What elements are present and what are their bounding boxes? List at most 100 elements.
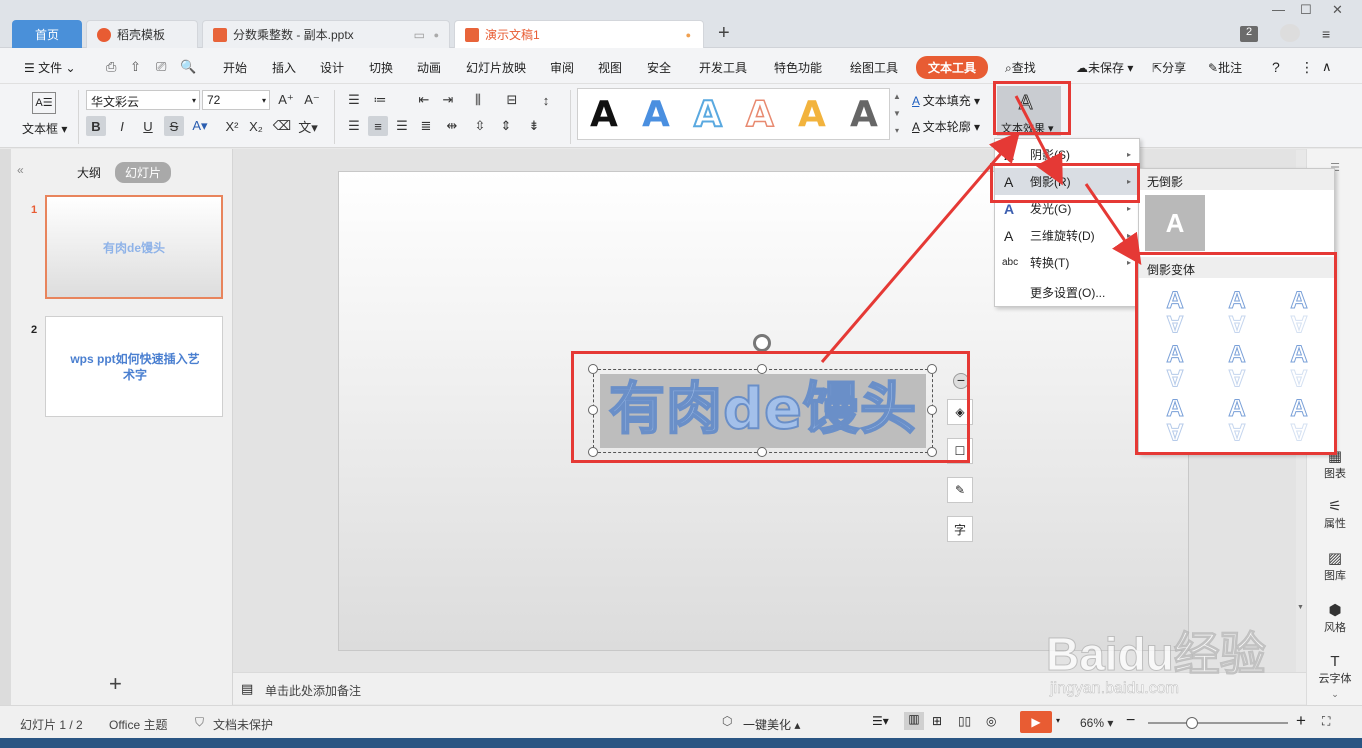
menu-drawing-tools[interactable]: 绘图工具 (850, 59, 898, 76)
reflection-variant-option[interactable]: AA (1155, 288, 1195, 338)
menu-features[interactable]: 特色功能 (774, 59, 822, 76)
preview-icon[interactable]: 🔍 (180, 59, 196, 75)
tab-count-badge[interactable]: 2 (1240, 26, 1258, 42)
play-options-icon[interactable]: ▾ (1056, 716, 1060, 725)
tab-home[interactable]: 首页 (12, 20, 82, 48)
wordart-text[interactable]: 有肉de馒头 (594, 370, 932, 452)
phonetic-icon[interactable]: 文▾ (298, 116, 318, 136)
unsaved-dot-icon[interactable]: ● (686, 30, 691, 40)
tab-menu-icon[interactable]: ≡ (1322, 26, 1330, 42)
justify-icon[interactable]: ≣ (416, 116, 436, 136)
zoom-level[interactable]: 66% ▾ (1080, 716, 1113, 730)
menu-file[interactable]: ☰ 文件 ⌄ (24, 59, 76, 76)
text-outline-button[interactable]: A 文本轮廓 ▾ (912, 118, 980, 135)
style-orange-A[interactable]: A (798, 94, 826, 135)
normal-view-icon[interactable]: ▥ (904, 712, 924, 730)
textbox-label[interactable]: 文本框 ▾ (22, 120, 67, 137)
tab-slides[interactable]: 幻灯片 (115, 162, 172, 183)
save-icon[interactable]: ⎙ (106, 59, 116, 75)
play-slideshow-icon[interactable]: ▶ (1020, 711, 1052, 733)
wordart-textbox[interactable]: 有肉de馒头 (593, 369, 933, 453)
print-icon[interactable]: ⎚ (156, 59, 166, 75)
font-color-icon[interactable]: A▾ (190, 116, 210, 136)
menu-slideshow[interactable]: 幻灯片放映 (466, 59, 526, 76)
text-align-icon[interactable]: ⇟ (524, 116, 544, 136)
grid-view-icon[interactable]: ⊞ (932, 714, 942, 728)
minimize-icon[interactable]: — (1272, 2, 1285, 17)
resize-handle-se[interactable] (927, 447, 937, 457)
reflection-variant-option[interactable]: AA (1217, 396, 1257, 446)
bold-button[interactable]: B (86, 116, 106, 136)
help-icon[interactable]: ? (1272, 59, 1280, 75)
resize-handle-s[interactable] (757, 447, 767, 457)
resize-handle-sw[interactable] (588, 447, 598, 457)
eraser-icon[interactable]: ⌫ (272, 116, 292, 136)
tab-outline[interactable]: 大纲 (77, 164, 101, 181)
line-spacing-icon[interactable]: ↕ (536, 90, 556, 110)
export-icon[interactable]: ⇧ (130, 59, 141, 75)
numbered-list-icon[interactable]: ≔ (370, 90, 390, 110)
tab-docer[interactable]: 稻壳模板 (86, 20, 198, 48)
font-name-select[interactable]: 华文彩云 ▾ (86, 90, 200, 110)
reflection-variant-option[interactable]: AA (1279, 342, 1319, 392)
notes-placeholder[interactable]: 单击此处添加备注 (265, 682, 361, 699)
decrease-indent-icon[interactable]: ⇤ (414, 90, 434, 110)
subscript-icon[interactable]: X₂ (246, 116, 266, 136)
increase-font-icon[interactable]: A⁺ (276, 90, 296, 110)
text-fill-button[interactable]: A 文本填充 ▾ (912, 92, 980, 109)
collapse-panel-icon[interactable]: « (17, 163, 24, 177)
resize-handle-e[interactable] (927, 405, 937, 415)
superscript-icon[interactable]: X² (222, 116, 242, 136)
menu-security[interactable]: 安全 (647, 59, 671, 76)
reflection-variant-option[interactable]: AA (1279, 396, 1319, 446)
tab-dot-icon[interactable]: ● (434, 30, 439, 40)
menu-transition[interactable]: 切换 (369, 59, 393, 76)
style-gray-A[interactable]: A (850, 94, 878, 135)
zoom-slider-thumb[interactable] (1186, 717, 1198, 729)
add-slide-icon[interactable]: + (109, 671, 122, 697)
text-format-icon[interactable]: 字 (947, 516, 973, 542)
fit-window-icon[interactable]: ⛶ (1322, 714, 1330, 729)
menu-item-transform[interactable]: abc 转换(T) ▸ (995, 249, 1139, 276)
rotate-handle-icon[interactable] (753, 334, 771, 352)
align-center-icon[interactable]: ≡ (368, 116, 388, 136)
menu-insert[interactable]: 插入 (272, 59, 296, 76)
pen-icon[interactable]: ✎ (947, 477, 973, 503)
tab-fraction-pptx[interactable]: 分数乘整数 - 副本.pptx ▭ ● (202, 20, 450, 48)
align-right-icon[interactable]: ☰ (392, 116, 412, 136)
share-button[interactable]: ⇱分享 (1152, 59, 1186, 76)
reflection-variant-option[interactable]: AA (1155, 396, 1195, 446)
beautify-button[interactable]: 一键美化 ▴ (743, 716, 800, 733)
maximize-icon[interactable]: ☐ (1300, 2, 1312, 18)
strikethrough-button[interactable]: S (164, 116, 184, 136)
style-black-A[interactable]: A (590, 94, 618, 135)
resize-handle-n[interactable] (757, 364, 767, 374)
menu-item-more-settings[interactable]: 更多设置(O)... (995, 279, 1139, 306)
no-reflection-option[interactable]: A (1145, 195, 1205, 251)
fill-bucket-icon[interactable]: ◈ (947, 399, 973, 425)
underline-button[interactable]: U (138, 116, 158, 136)
avatar[interactable] (1280, 24, 1300, 42)
annotate-button[interactable]: ✎批注 (1208, 59, 1242, 76)
menu-view[interactable]: 视图 (598, 59, 622, 76)
menu-developer[interactable]: 开发工具 (699, 59, 747, 76)
menu-design[interactable]: 设计 (320, 59, 344, 76)
outline-square-icon[interactable]: ☐ (947, 438, 973, 464)
scroll-down-icon[interactable]: ▼ (1297, 604, 1304, 611)
record-icon[interactable]: ◎ (986, 714, 996, 728)
resize-handle-nw[interactable] (588, 364, 598, 374)
zoom-out-icon[interactable]: − (1126, 712, 1135, 730)
gallery-scroll[interactable]: ▲ ▼ ▾ (891, 88, 903, 140)
sidebar-item-cloud-font[interactable]: T 云字体 (1307, 653, 1362, 686)
paragraph-spacing-icon[interactable]: ⇕ (496, 116, 516, 136)
style-blue-A[interactable]: A (642, 94, 670, 135)
tab-presentation1[interactable]: 演示文稿1 ● (454, 20, 704, 48)
distribute-icon[interactable]: ⇹ (442, 116, 462, 136)
protect-status[interactable]: 文档未保护 (213, 716, 273, 733)
text-effect-button[interactable]: A 文本效果 ▾ (997, 86, 1061, 136)
reflection-variant-option[interactable]: AA (1279, 288, 1319, 338)
collapse-ribbon-icon[interactable]: ∧ (1322, 59, 1332, 75)
reflection-variant-option[interactable]: AA (1217, 288, 1257, 338)
font-size-select[interactable]: 72 ▾ (202, 90, 270, 110)
align-left-icon[interactable]: ☰ (344, 116, 364, 136)
